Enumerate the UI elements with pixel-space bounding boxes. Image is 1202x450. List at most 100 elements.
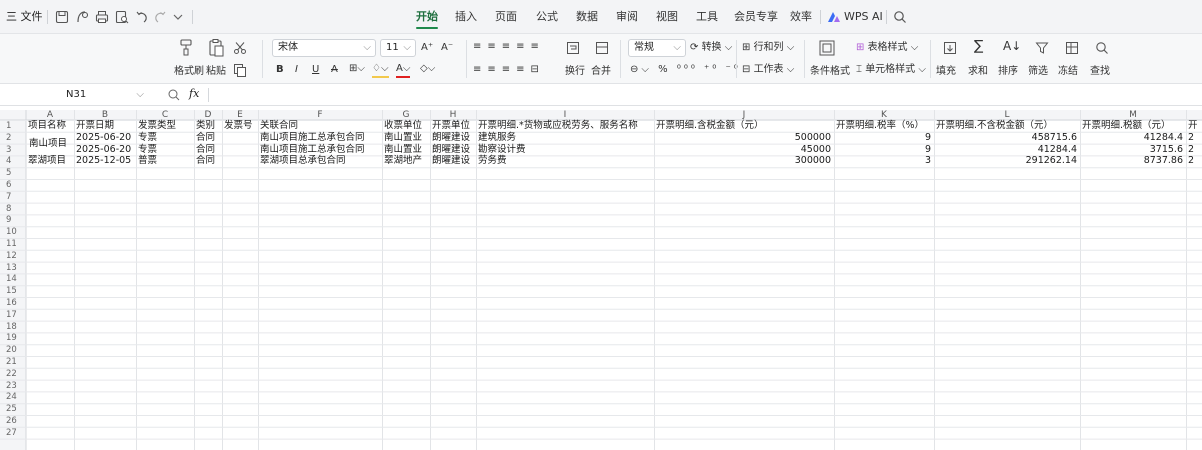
tab-member[interactable]: 会员专享 [734, 9, 778, 25]
table-cell[interactable]: 勘察设计费 [478, 144, 526, 155]
column-header-m[interactable]: M [1080, 110, 1186, 120]
table-cell[interactable]: 9 [834, 144, 931, 155]
row-header-20[interactable]: 20 [0, 345, 26, 355]
table-cell[interactable]: 南山项目施工总承包合同 [260, 132, 365, 143]
column-header-h[interactable]: H [430, 110, 476, 120]
search-icon[interactable] [892, 9, 908, 25]
sort-label[interactable]: 排序 [998, 62, 1018, 77]
tab-insert[interactable]: 插入 [455, 9, 477, 25]
column-title-cell[interactable]: 关联合同 [260, 121, 298, 131]
table-cell[interactable]: 500000 [654, 132, 831, 143]
row-header-27[interactable]: 27 [0, 428, 26, 438]
sum-icon[interactable]: ∑ [974, 39, 983, 53]
print-icon[interactable] [94, 9, 110, 25]
fx-icon[interactable]: fx [189, 87, 199, 100]
wps-ai-button[interactable]: WPS AI [844, 9, 883, 25]
column-header-k[interactable]: K [834, 110, 934, 120]
row-header-15[interactable]: 15 [0, 286, 26, 296]
font-size-select[interactable]: 11 ⌵ [380, 39, 416, 57]
freeze-label[interactable]: 冻结 [1058, 62, 1078, 77]
table-cell[interactable]: 南山项目施工总承包合同 [260, 144, 365, 155]
fill-label[interactable]: 填充 [936, 62, 956, 77]
row-header-26[interactable]: 26 [0, 416, 26, 426]
print-preview-icon[interactable] [114, 9, 130, 25]
table-cell[interactable]: 劳务费 [478, 156, 507, 166]
row-header-18[interactable]: 18 [0, 322, 26, 332]
sort-icon[interactable]: A↓ [1003, 39, 1021, 53]
merge-cells-icon[interactable] [594, 40, 610, 56]
row-header-21[interactable]: 21 [0, 357, 26, 367]
conditional-format-label[interactable]: 条件格式 [810, 62, 850, 77]
italic-icon[interactable]: I [295, 63, 298, 77]
column-title-cell[interactable]: 收票单位 [384, 121, 422, 131]
row-header-17[interactable]: 17 [0, 310, 26, 320]
column-title-cell[interactable]: 项目名称 [28, 121, 66, 131]
row-header-13[interactable]: 13 [0, 263, 26, 273]
font-name-select[interactable]: 宋体 ⌵ [272, 39, 376, 57]
filter-label[interactable]: 筛选 [1028, 62, 1048, 77]
table-cell[interactable]: 458715.6 [934, 132, 1077, 143]
font-color-icon[interactable]: A⌵ [396, 62, 411, 78]
clear-format-icon[interactable]: ◇⌵ [420, 62, 435, 76]
table-cell[interactable]: 朗曜建设 [432, 156, 470, 166]
table-cell[interactable]: 291262.14 [934, 156, 1077, 166]
table-cell[interactable]: 专票 [138, 144, 157, 155]
table-cell[interactable]: 8737.86 [1080, 156, 1183, 166]
merge-label[interactable]: 合并 [591, 62, 611, 77]
tab-efficiency[interactable]: 效率 [790, 9, 812, 25]
table-cell[interactable]: 普票 [138, 156, 157, 166]
border-icon[interactable]: ⊞⌵ [349, 62, 365, 76]
wrap-text-icon[interactable] [565, 40, 581, 56]
row-header-19[interactable]: 19 [0, 333, 26, 343]
wrap-text-label[interactable]: 换行 [565, 62, 585, 77]
column-title-cell[interactable]: 开票单位 [432, 121, 470, 131]
tab-formula[interactable]: 公式 [536, 9, 558, 25]
column-title-cell[interactable]: 开票明细.税额（元） [1082, 121, 1171, 131]
column-header-i[interactable]: I [476, 110, 654, 120]
format-painter-button[interactable] [171, 38, 201, 58]
zoom-icon[interactable] [166, 87, 182, 103]
row-header-9[interactable]: 9 [0, 215, 26, 225]
redo-icon[interactable] [152, 9, 168, 25]
number-format-select[interactable]: 常规 ⌵ [628, 39, 686, 57]
table-cell[interactable]: 合同 [196, 132, 215, 143]
table-cell[interactable]: 翠湖项目 [28, 156, 66, 166]
increase-font-icon[interactable]: A⁺ [421, 41, 433, 55]
bold-icon[interactable]: B [276, 63, 284, 77]
conditional-format-button[interactable] [812, 38, 842, 58]
cell-style-button[interactable]: ⌶ 单元格样式 ⌵ [856, 63, 926, 77]
row-header-6[interactable]: 6 [0, 180, 26, 190]
number-style-icons[interactable]: ⊖⌵ % ⁰⁰⁰ ⁺⁰ ⁻⁰ [630, 63, 741, 77]
merged-cell[interactable]: 南山项目 [29, 138, 67, 149]
column-header-d[interactable]: D [194, 110, 222, 120]
row-header-24[interactable]: 24 [0, 392, 26, 402]
freeze-icon[interactable] [1064, 40, 1080, 56]
row-header-5[interactable]: 5 [0, 168, 26, 178]
export-pdf-icon[interactable] [74, 9, 90, 25]
cut-icon[interactable] [232, 40, 248, 56]
row-header-7[interactable]: 7 [0, 192, 26, 202]
table-cell[interactable]: 专票 [138, 132, 157, 143]
table-cell[interactable]: 3 [834, 156, 931, 166]
find-label[interactable]: 查找 [1090, 62, 1110, 77]
chevron-down-icon[interactable] [170, 9, 186, 25]
table-cell[interactable]: 翠湖地产 [384, 156, 422, 166]
table-cell[interactable]: 3715.6 [1080, 144, 1183, 155]
table-cell[interactable]: 朗曜建设 [432, 144, 470, 155]
column-title-cell[interactable]: 开票明细.税率（%） [836, 121, 924, 131]
column-header-f[interactable]: F [258, 110, 382, 120]
table-cell[interactable]: 南山置业 [384, 144, 422, 155]
column-title-cell[interactable]: 开票日期 [76, 121, 114, 131]
filter-icon[interactable] [1034, 40, 1050, 56]
table-cell[interactable]: 41284.4 [934, 144, 1077, 155]
fill-color-icon[interactable]: ♢⌵ [372, 62, 389, 78]
table-cell[interactable]: 合同 [196, 156, 215, 166]
column-header-g[interactable]: G [382, 110, 430, 120]
row-header-22[interactable]: 22 [0, 369, 26, 379]
row-header-23[interactable]: 23 [0, 381, 26, 391]
find-icon[interactable] [1094, 40, 1110, 56]
column-header-c[interactable]: C [136, 110, 194, 120]
tab-data[interactable]: 数据 [576, 9, 598, 25]
table-style-button[interactable]: ⊞ 表格样式 ⌵ [856, 41, 918, 55]
worksheet-button[interactable]: ⊟ 工作表 ⌵ [742, 63, 794, 77]
